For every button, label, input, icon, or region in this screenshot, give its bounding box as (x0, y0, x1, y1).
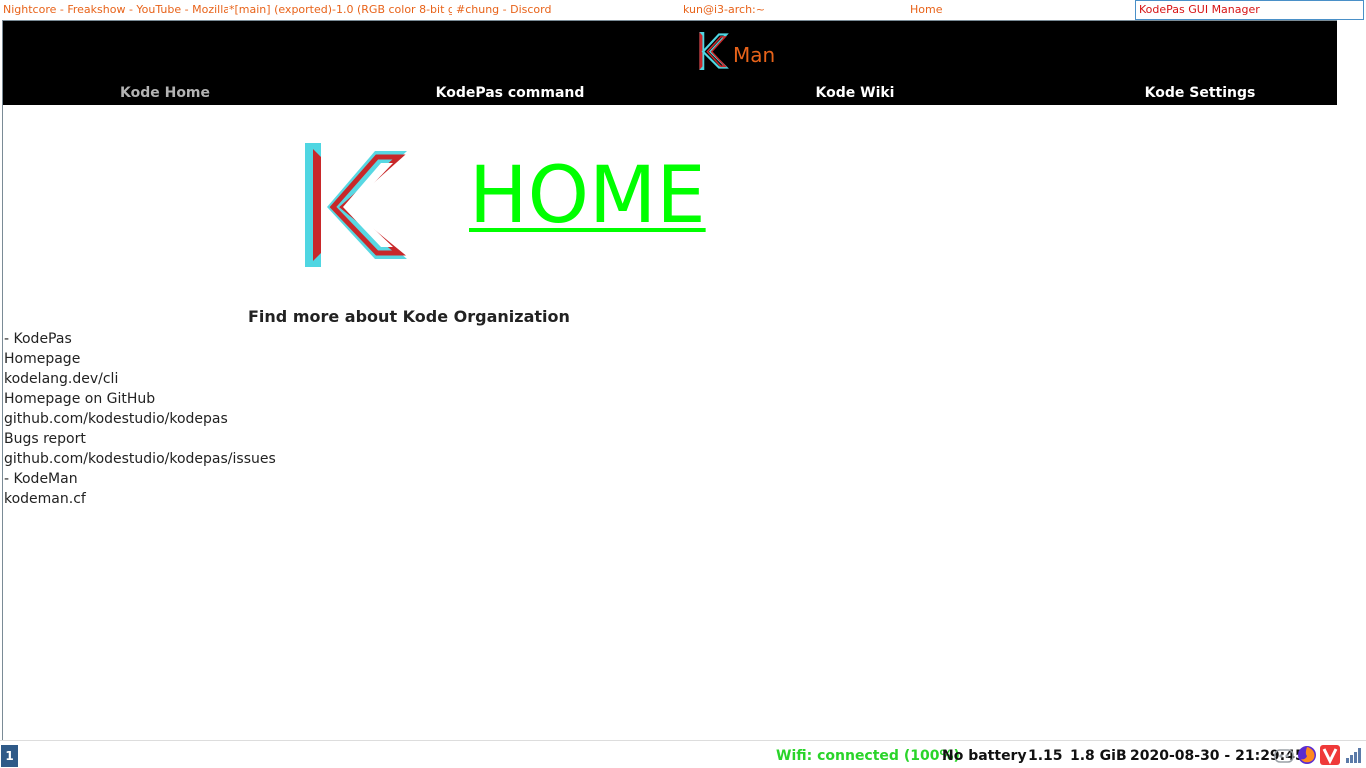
nav-kode-wiki[interactable]: Kode Wiki (745, 83, 965, 103)
discord-icon[interactable] (1274, 745, 1294, 765)
section-kodepas: - KodePas (4, 331, 72, 347)
load-average: 1.15 (1028, 748, 1063, 764)
vivaldi-icon[interactable] (1320, 745, 1340, 765)
window-tab-gimp[interactable]: *[main] (exported)-1.0 (RGB color 8-bit … (226, 0, 452, 20)
links-list: - KodePas Homepage kodelang.dev/cli Home… (4, 329, 276, 509)
link-kodelang-cli[interactable]: kodelang.dev/cli (4, 369, 276, 389)
page-title-home[interactable]: HOME (469, 149, 706, 243)
about-heading: Find more about Kode Organization (248, 307, 570, 326)
firefox-icon[interactable] (1297, 745, 1317, 765)
link-label-homepage: Homepage (4, 351, 81, 367)
link-github-issues[interactable]: github.com/kodestudio/kodepas/issues (4, 449, 276, 469)
window-tab-kodepas-gui[interactable]: KodePas GUI Manager (1135, 0, 1364, 20)
window-gutter (1337, 20, 1366, 740)
nav-kode-home[interactable]: Kode Home (55, 83, 275, 103)
kodepas-gui-window: Man Kode Home KodePas command Kode Wiki … (2, 20, 1338, 741)
kodeman-logo-icon (699, 32, 729, 70)
wifi-status: Wifi: connected (100%) (776, 748, 960, 764)
link-github-kodepas[interactable]: github.com/kodestudio/kodepas (4, 409, 276, 429)
section-kodeman: - KodeMan (4, 471, 78, 487)
network-signal-icon[interactable] (1344, 745, 1364, 765)
window-tab-firefox[interactable]: Nightcore - Freakshow - YouTube - Mozill… (0, 0, 228, 20)
app-header: Man Kode Home KodePas command Kode Wiki … (3, 21, 1337, 105)
workspace-button[interactable]: 1 (1, 745, 18, 767)
memory-usage: 1.8 GiB (1070, 748, 1127, 764)
window-tab-terminal[interactable]: kun@i3-arch:~ (680, 0, 906, 20)
window-tab-bar: Nightcore - Freakshow - YouTube - Mozill… (0, 0, 1366, 20)
link-label-github: Homepage on GitHub (4, 391, 156, 407)
status-bar: 1 Wifi: connected (100%) No battery 1.15… (0, 740, 1366, 768)
window-tab-home[interactable]: Home (907, 0, 1135, 20)
logo-text: Man (733, 43, 776, 67)
window-tab-discord[interactable]: #chung - Discord (453, 0, 681, 20)
link-kodeman-cf[interactable]: kodeman.cf (4, 489, 276, 509)
nav-kode-settings[interactable]: Kode Settings (1090, 83, 1310, 103)
battery-status: No battery (942, 748, 1027, 764)
nav-kodepas-command[interactable]: KodePas command (400, 83, 620, 103)
link-label-bugs: Bugs report (4, 431, 86, 447)
kode-logo-icon (305, 143, 407, 267)
